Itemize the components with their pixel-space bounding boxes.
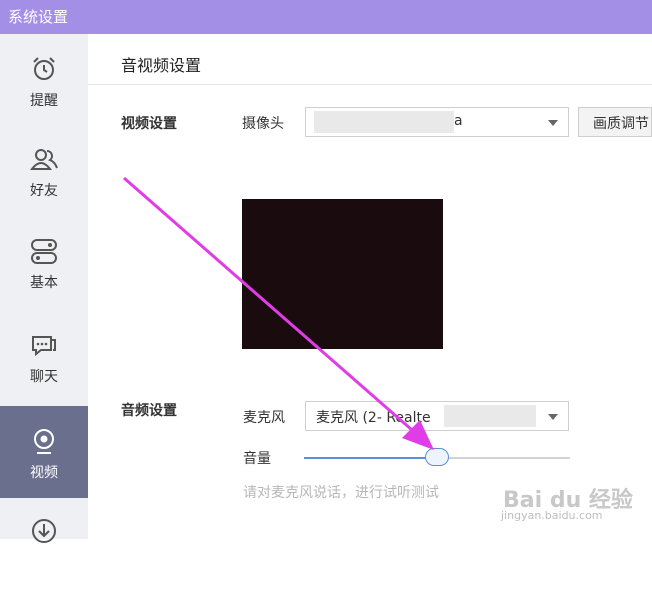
annotation-arrow <box>123 176 434 450</box>
